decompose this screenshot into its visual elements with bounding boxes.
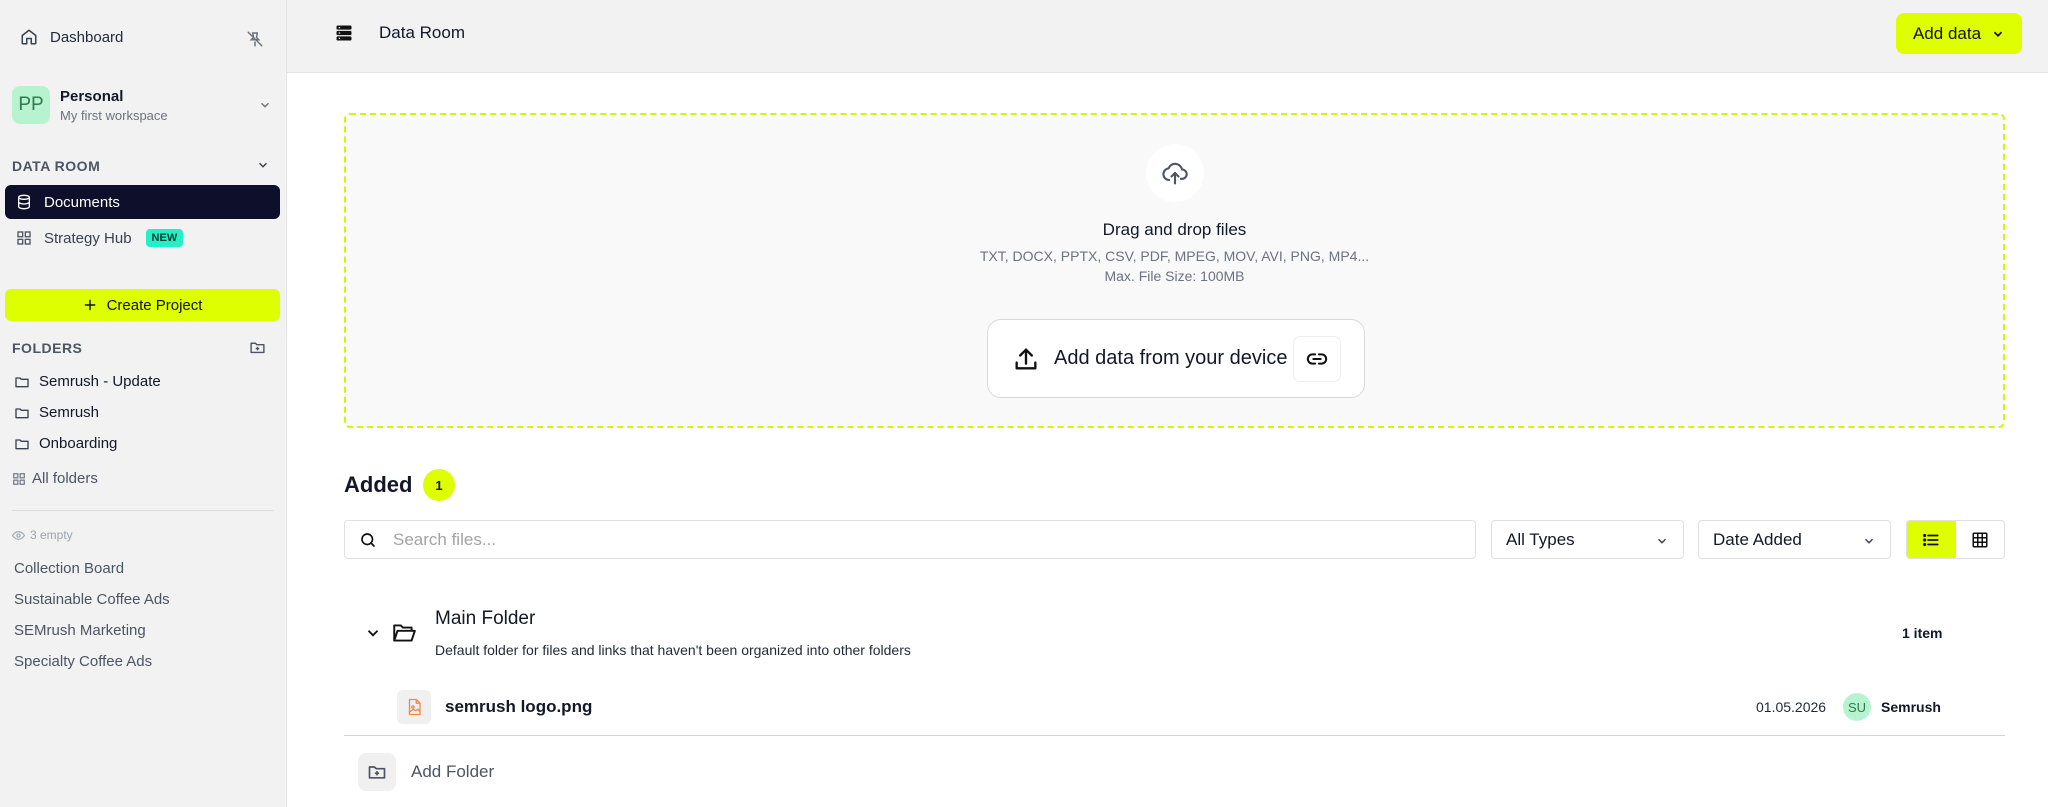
view-mode-toggle [1906,520,2005,559]
dropzone-title: Drag and drop files [1102,220,1247,239]
new-badge: NEW [145,229,184,247]
folder-icon [14,374,30,390]
folder-description: Default folder for files and links that … [435,642,911,658]
sidebar-item-dashboard[interactable]: Dashboard [20,28,123,46]
added-count-badge: 1 [423,469,455,501]
add-folder-button[interactable] [358,753,396,791]
workspace-name: Personal [60,87,124,105]
sidebar-item-label: Strategy Hub [44,229,132,247]
list-icon [1922,531,1940,549]
unpin-icon[interactable] [246,30,264,48]
search-bar [344,520,1476,559]
add-data-button[interactable]: Add data [1896,13,2022,54]
grid-icon [12,472,26,486]
image-file-icon [397,690,431,724]
search-icon [359,531,377,549]
add-folder-label[interactable]: Add Folder [411,762,494,782]
add-link-button[interactable] [1294,337,1340,381]
type-filter-value: All Types [1506,529,1575,549]
empty-folder-item[interactable]: Specialty Coffee Ads [14,653,152,670]
empty-toggle[interactable]: 3 empty [12,528,73,542]
upload-dropzone[interactable]: Drag and drop files TXT, DOCX, PPTX, CSV… [344,113,2005,428]
chevron-down-icon[interactable] [364,624,382,642]
sidebar-folder[interactable]: Semrush [14,404,99,421]
chevron-down-icon [1655,534,1669,548]
add-from-device-button[interactable]: Add data from your device [987,319,1365,398]
data-room-section-title: DATA ROOM [12,158,101,174]
dropzone-max-size: Max. File Size: 100MB [1104,268,1245,284]
all-folders-label: All folders [32,470,98,487]
create-project-button[interactable]: Create Project [5,289,280,321]
folders-section-title: FOLDERS [12,340,83,356]
search-input[interactable] [393,529,1393,550]
sidebar-folder[interactable]: Semrush - Update [14,373,161,390]
sort-select[interactable]: Date Added [1698,520,1891,559]
page-title: Data Room [379,23,465,42]
folder-icon [14,405,30,421]
folder-plus-icon[interactable] [249,339,266,356]
sidebar-item-documents[interactable]: Documents [5,185,280,219]
empty-label: 3 empty [30,528,73,542]
folder-label: Semrush [39,404,100,421]
chevron-down-icon [1991,27,2005,41]
type-filter-select[interactable]: All Types [1491,520,1684,559]
chevron-down-icon[interactable] [256,158,270,172]
toggle-sidebar-button[interactable] [331,20,357,46]
folder-icon [14,436,30,452]
cloud-upload-icon [1146,144,1204,202]
folder-open-icon [391,620,417,646]
folder-label: Semrush - Update [39,373,161,390]
table-grid-icon [1971,531,1989,549]
add-data-label: Add data [1912,23,1982,43]
workspace-avatar: PP [12,86,50,124]
file-owner: Semrush [1881,699,1941,715]
empty-folder-item[interactable]: Collection Board [14,560,124,577]
link-icon [1306,348,1328,370]
empty-folder-item[interactable]: Sustainable Coffee Ads [14,591,170,608]
sidebar-item-strategy-hub[interactable]: Strategy Hub NEW [16,229,184,247]
file-name[interactable]: semrush logo.png [445,697,592,717]
all-folders-link[interactable]: All folders [12,470,98,487]
list-view-button[interactable] [1907,521,1956,558]
folder-item-count: 1 item [1902,625,1943,641]
folder-label: Onboarding [39,435,118,452]
plus-icon [83,298,97,312]
sidebar-item-label: Dashboard [50,28,124,46]
divider [12,510,274,511]
avatar: SU [1843,693,1871,721]
dropzone-file-types: TXT, DOCX, PPTX, CSV, PDF, MPEG, MOV, AV… [979,248,1370,264]
workspace-subtitle: My first workspace [60,107,168,123]
added-section-title: Added [344,472,413,497]
folder-name[interactable]: Main Folder [435,608,535,630]
sort-value: Date Added [1713,529,1802,549]
eye-icon [12,529,25,542]
divider [344,735,2005,736]
sidebar: Dashboard PP Personal My first workspace… [0,0,287,807]
chevron-down-icon [258,98,272,112]
folder-plus-icon [367,762,387,782]
grid-view-button[interactable] [1956,521,2005,558]
sidebar-folder[interactable]: Onboarding [14,435,117,452]
sidebar-item-label: Documents [44,193,120,211]
workspace-switcher[interactable]: PP Personal My first workspace [12,86,280,124]
upload-icon [1012,345,1040,373]
grid-icon [16,230,32,246]
add-from-device-label: Add data from your device [1054,347,1288,369]
home-icon [20,28,38,46]
chevron-down-icon [1862,534,1876,548]
empty-folder-item[interactable]: SEMrush Marketing [14,622,146,639]
database-icon [16,194,32,210]
file-date: 01.05.2026 [1756,699,1827,715]
create-project-label: Create Project [106,296,203,314]
server-icon [334,23,354,43]
top-header: Data Room Add data [287,0,2048,73]
